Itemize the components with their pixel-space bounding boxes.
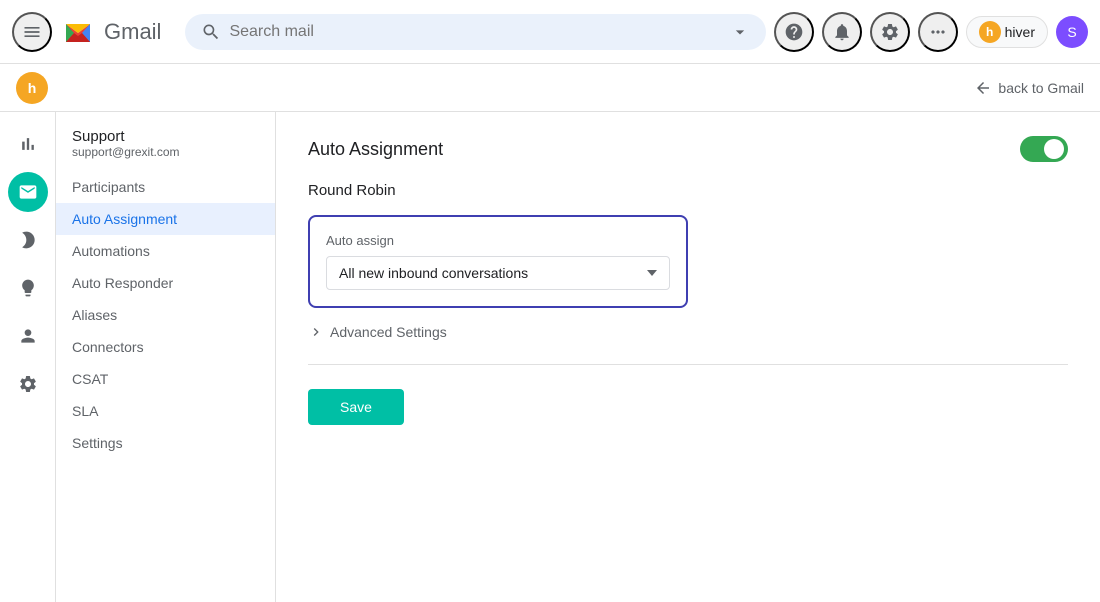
nav-link-connectors[interactable]: Connectors [56, 331, 275, 363]
divider [308, 364, 1068, 365]
account-name: Support [72, 128, 259, 145]
page-header: Auto Assignment [308, 136, 1068, 162]
hiver-h-icon: h [979, 21, 1001, 43]
nav-item-sla[interactable]: SLA [56, 395, 275, 427]
advanced-settings-toggle[interactable]: Advanced Settings [308, 324, 1068, 340]
sidebar-header: Support support@grexit.com [56, 128, 275, 171]
search-input[interactable] [229, 23, 721, 41]
notifications-button[interactable] [822, 12, 862, 52]
gmail-text: Gmail [104, 19, 161, 45]
nav-item-csat[interactable]: CSAT [56, 363, 275, 395]
save-button[interactable]: Save [308, 389, 404, 425]
auto-assign-box: Auto assign All new inbound conversation… [308, 215, 688, 308]
menu-button[interactable] [12, 12, 52, 52]
bulb-icon-btn[interactable] [8, 268, 48, 308]
moon-icon-btn[interactable] [8, 220, 48, 260]
gmail-header: Gmail h hiver S [0, 0, 1100, 64]
hiver-chip[interactable]: h hiver [966, 16, 1048, 48]
nav-link-participants[interactable]: Participants [56, 171, 275, 203]
nav-item-auto-responder[interactable]: Auto Responder [56, 267, 275, 299]
hiver-bar: h back to Gmail [0, 64, 1100, 112]
toggle-slider [1020, 136, 1068, 162]
section-title: Round Robin [308, 182, 1068, 199]
hiver-logo: h [16, 72, 48, 104]
header-right: h hiver S [774, 12, 1088, 52]
nav-link-sla[interactable]: SLA [56, 395, 275, 427]
back-arrow-icon [974, 79, 992, 97]
settings-button[interactable] [870, 12, 910, 52]
auto-assign-label: Auto assign [326, 233, 670, 248]
help-button[interactable] [774, 12, 814, 52]
back-to-gmail-label: back to Gmail [998, 80, 1084, 96]
nav-link-aliases[interactable]: Aliases [56, 299, 275, 331]
nav-item-auto-assignment[interactable]: Auto Assignment [56, 203, 275, 235]
advanced-settings-label: Advanced Settings [330, 324, 447, 340]
main-container: Support support@grexit.com Participants … [0, 112, 1100, 602]
gmail-m-icon [60, 14, 96, 50]
icon-rail [0, 112, 56, 602]
nav-item-aliases[interactable]: Aliases [56, 299, 275, 331]
gmail-logo: Gmail [60, 14, 169, 50]
sidebar: Support support@grexit.com Participants … [56, 112, 276, 602]
search-icon [201, 22, 221, 42]
user-avatar[interactable]: S [1056, 16, 1088, 48]
nav-item-settings[interactable]: Settings [56, 427, 275, 459]
nav-link-settings[interactable]: Settings [56, 427, 275, 459]
apps-button[interactable] [918, 12, 958, 52]
account-email: support@grexit.com [72, 145, 259, 159]
back-to-gmail-link[interactable]: back to Gmail [974, 79, 1084, 97]
nav-link-automations[interactable]: Automations [56, 235, 275, 267]
chevron-right-icon [308, 324, 324, 340]
analytics-icon-btn[interactable] [8, 124, 48, 164]
email-icon-btn[interactable] [8, 172, 48, 212]
hiver-chip-label: hiver [1005, 24, 1035, 40]
gear-icon-btn[interactable] [8, 364, 48, 404]
page-title: Auto Assignment [308, 139, 443, 160]
content-area: Auto Assignment Round Robin Auto assign … [276, 112, 1100, 602]
nav-link-csat[interactable]: CSAT [56, 363, 275, 395]
search-dropdown-icon [730, 22, 750, 42]
nav-item-connectors[interactable]: Connectors [56, 331, 275, 363]
auto-assignment-toggle[interactable] [1020, 136, 1068, 162]
nav-link-auto-responder[interactable]: Auto Responder [56, 267, 275, 299]
search-bar[interactable] [185, 14, 765, 50]
nav-link-auto-assignment[interactable]: Auto Assignment [56, 203, 275, 235]
nav-item-participants[interactable]: Participants [56, 171, 275, 203]
nav-item-automations[interactable]: Automations [56, 235, 275, 267]
sidebar-nav: Participants Auto Assignment Automations… [56, 171, 275, 459]
auto-assign-select[interactable]: All new inbound conversations Unassigned… [326, 256, 670, 290]
person-icon-btn[interactable] [8, 316, 48, 356]
